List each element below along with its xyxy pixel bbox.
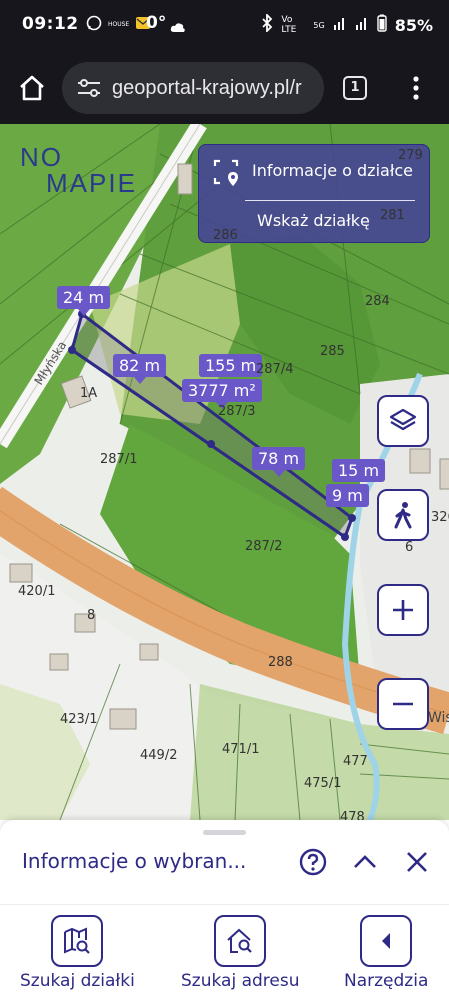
parcel-number: 287/1	[100, 452, 138, 467]
system-icons: Vo LTE 5G 85%	[261, 12, 433, 36]
measure-label-155: 155 m	[199, 354, 263, 377]
walk-icon	[394, 502, 412, 529]
nav-parcel-search[interactable]: Szukaj działki	[20, 915, 135, 991]
status-time: 09:12	[22, 14, 79, 34]
layers-icon	[389, 408, 417, 431]
bottom-navigation: Szukaj działki Szukaj adresu Narzędzia	[0, 904, 449, 999]
parcel-number: 475/1	[304, 776, 342, 791]
status-bar: 09:12 HOUSE 0° Vo LTE 5G 85%	[0, 0, 449, 52]
site-settings-icon[interactable]	[76, 78, 102, 98]
street-view-button[interactable]	[377, 489, 429, 541]
info-panel-title[interactable]: Informacje o działce	[252, 161, 413, 180]
measure-label-9: 9 m	[326, 484, 369, 507]
vertex-handle[interactable]	[68, 346, 76, 354]
parcel-number: 449/2	[140, 748, 178, 763]
url-text[interactable]: geoportal-krajowy.pl/r	[112, 77, 302, 100]
home-icon	[20, 75, 44, 101]
drawer-handle[interactable]	[203, 830, 246, 835]
more-vert-icon	[413, 76, 419, 100]
bluetooth-icon	[261, 12, 273, 36]
signal-5g-label: 5G	[313, 20, 325, 30]
whatsapp-icon	[86, 15, 102, 34]
close-icon[interactable]	[404, 849, 430, 875]
measure-label-area: 3777 m²	[182, 379, 262, 409]
nav-label[interactable]: Szukaj adresu	[181, 971, 300, 991]
parcel-number: 477	[343, 754, 368, 769]
expand-drawer-icon[interactable]	[352, 850, 378, 874]
parcel-number: 420/1	[18, 584, 56, 599]
tab-switcher-button[interactable]: 1	[343, 76, 367, 100]
vertex-handle[interactable]	[348, 514, 356, 522]
select-parcel-icon	[213, 159, 239, 186]
battery-level: 85%	[394, 15, 433, 35]
parcel-number: 287/2	[245, 539, 283, 554]
parcel-number: 287/3	[218, 404, 256, 419]
parcel-number: 6	[405, 540, 414, 555]
parcel-number: 288	[268, 655, 293, 670]
nav-label[interactable]: Narzędzia	[344, 971, 428, 991]
layers-button[interactable]	[377, 395, 429, 447]
parcel-number: 279	[398, 148, 423, 163]
address-search-button[interactable]	[214, 915, 267, 967]
house-notification-label: HOUSE	[108, 21, 130, 28]
parcel-number: 478	[340, 810, 365, 820]
tools-button[interactable]	[360, 915, 413, 967]
parcel-number: 471/1	[222, 742, 260, 757]
parcel-number: 423/1	[60, 712, 98, 727]
logo-text-2: MAPIE	[46, 168, 137, 198]
street-label: Wis	[428, 710, 449, 726]
measure-label-24: 24 m	[57, 286, 111, 316]
signal-icon-2	[355, 15, 369, 35]
parcel-number: 287/4	[256, 362, 294, 377]
battery-icon	[377, 14, 387, 36]
vertex-handle[interactable]	[207, 440, 215, 448]
parcel-number: 286	[213, 228, 238, 243]
map-view[interactable]: NO MAPIE Informacje o działce Wskaż dzia…	[0, 124, 449, 820]
drawer-title: Informacje o wybran...	[22, 849, 247, 873]
map-search-icon	[64, 927, 91, 954]
cloud-icon	[170, 18, 186, 38]
zoom-in-button[interactable]	[377, 584, 429, 636]
measure-label-82: 82 m	[113, 354, 167, 384]
overflow-menu-button[interactable]	[406, 74, 426, 102]
info-panel-divider	[245, 200, 415, 201]
zoom-out-icon	[393, 702, 413, 706]
home-button[interactable]	[14, 70, 50, 106]
parcel-number: 281	[380, 208, 405, 223]
network-label: Vo LTE	[281, 15, 297, 35]
notification-icons: HOUSE	[86, 15, 151, 34]
nav-address-search[interactable]: Szukaj adresu	[181, 915, 300, 991]
zoom-out-button[interactable]	[377, 678, 429, 730]
home-search-icon	[227, 928, 253, 953]
signal-icon	[333, 15, 347, 35]
parcel-number: 1A	[80, 386, 98, 401]
browser-toolbar: geoportal-krajowy.pl/r 1	[0, 52, 449, 124]
help-icon[interactable]	[298, 847, 328, 877]
tools-icon	[382, 933, 391, 949]
parcel-number: 284	[365, 294, 390, 309]
parcel-search-button[interactable]	[51, 915, 104, 967]
info-drawer[interactable]: Informacje o wybran...	[0, 820, 449, 904]
parcel-number: 326	[431, 510, 449, 525]
nav-tools[interactable]: Narzędzia	[344, 915, 428, 991]
parcel-number: 8	[87, 608, 96, 623]
zoom-in-icon	[393, 600, 413, 620]
nav-label[interactable]: Szukaj działki	[20, 971, 135, 991]
measure-label-15: 15 m	[332, 459, 386, 482]
app-logo: NO MAPIE	[20, 144, 137, 196]
parcel-number: 285	[320, 344, 345, 359]
measure-label-78: 78 m	[252, 447, 306, 477]
address-bar[interactable]: geoportal-krajowy.pl/r	[62, 62, 324, 114]
point-parcel-button[interactable]: Wskaż działkę	[257, 211, 370, 230]
vertex-handle[interactable]	[341, 533, 349, 541]
temperature: 0°	[146, 13, 167, 33]
logo-text-1: NO	[20, 142, 63, 172]
